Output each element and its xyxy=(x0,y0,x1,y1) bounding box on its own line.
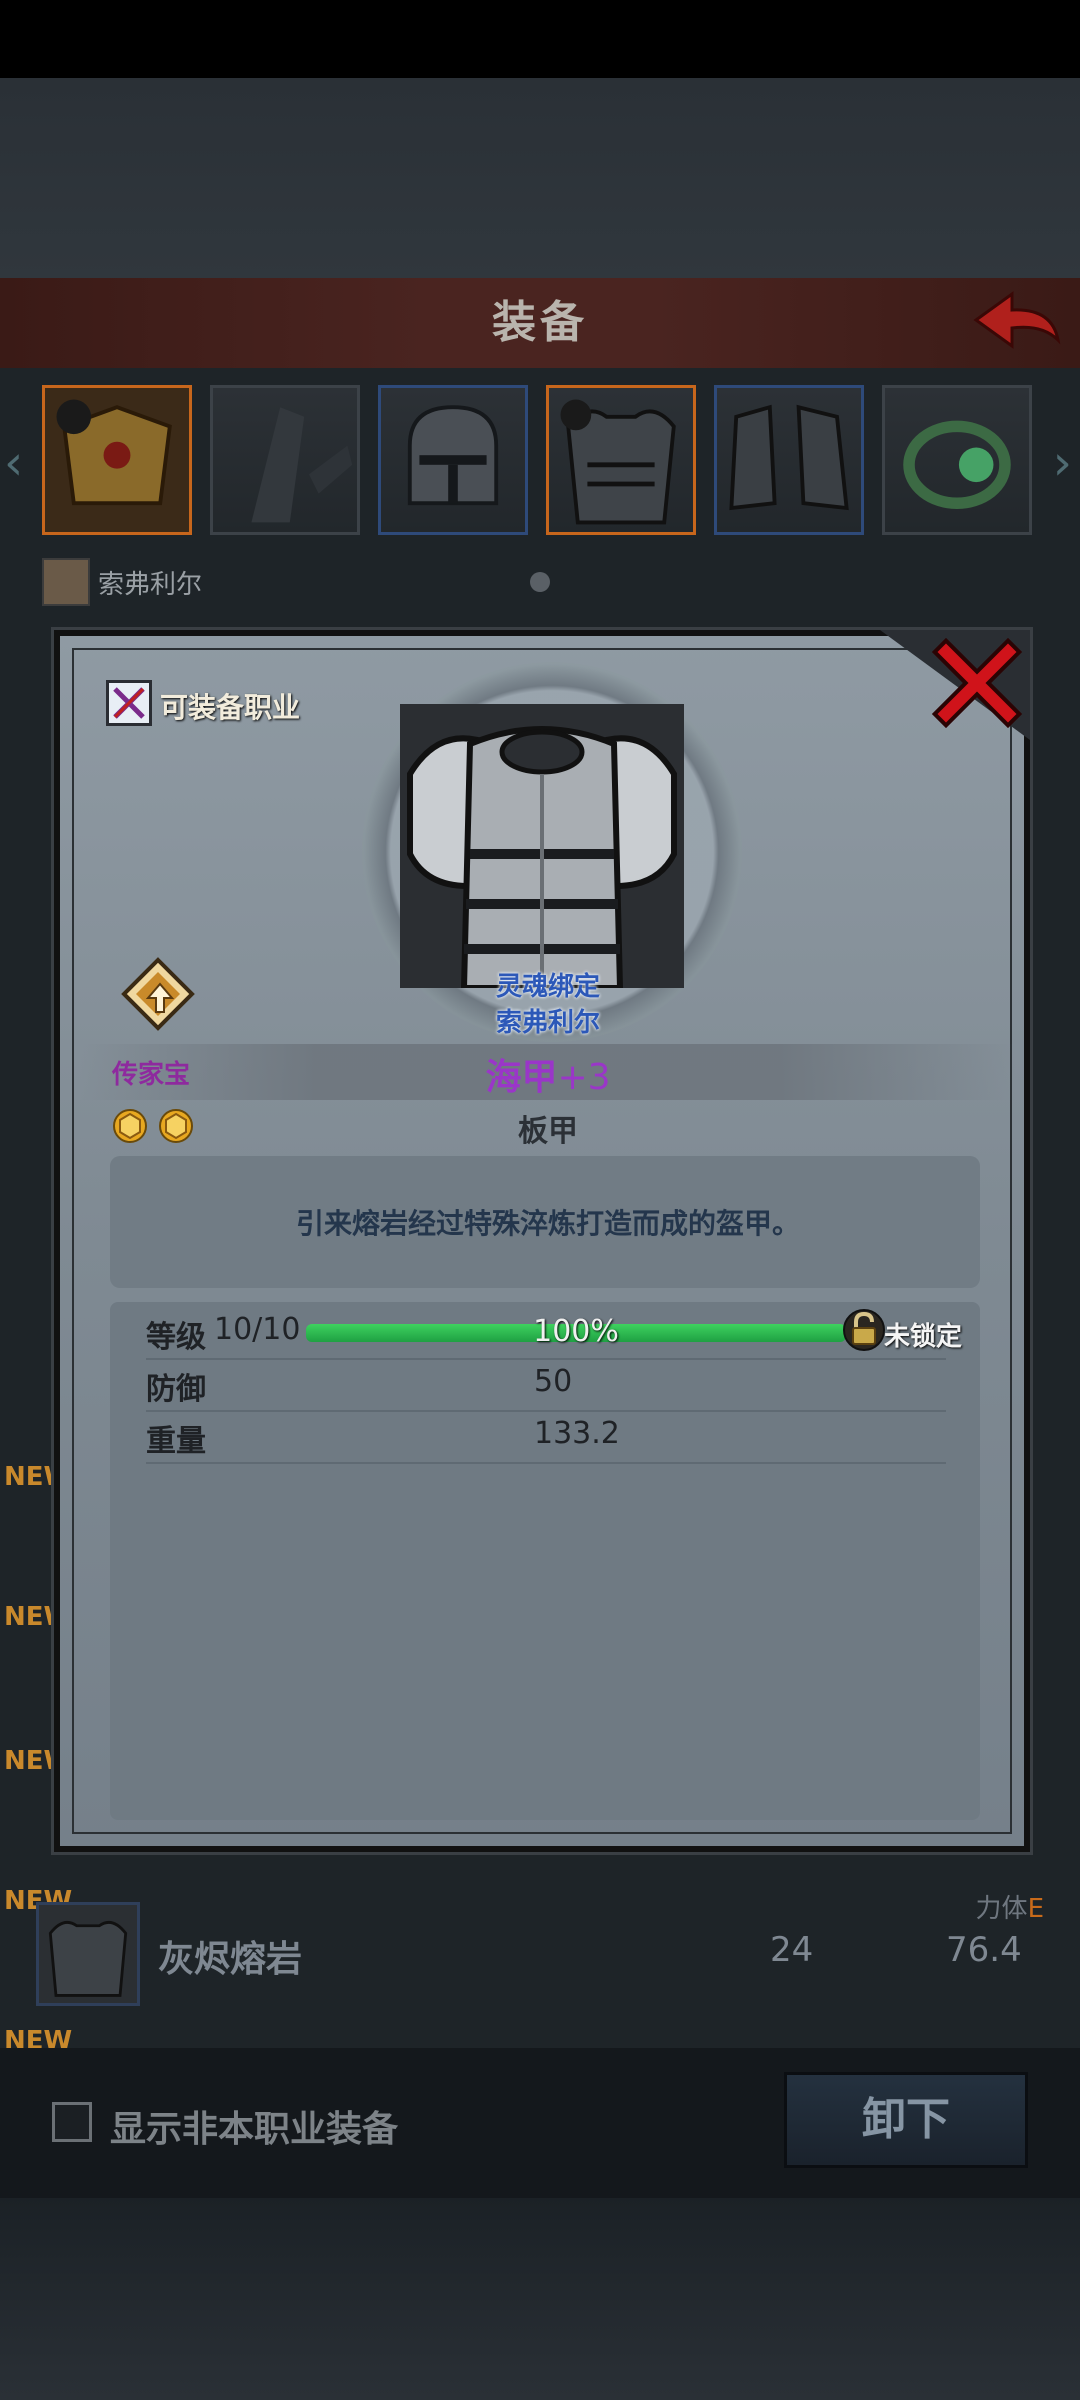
class-icon[interactable] xyxy=(106,680,152,726)
list-item[interactable]: NEW 力体E 灰烬熔岩 24 76.4 xyxy=(0,1880,1080,2020)
armor-thumbnail-icon xyxy=(48,1920,128,1997)
plate-armor-icon xyxy=(400,704,684,991)
lock-status: 未锁定 xyxy=(884,1322,963,1352)
heirloom-icon[interactable] xyxy=(120,956,196,1032)
defense-row: 防御 50 xyxy=(146,1358,946,1412)
level-value: 10/10 xyxy=(214,1312,301,1347)
slot-boots[interactable] xyxy=(714,385,864,535)
lock-toggle[interactable] xyxy=(842,1308,886,1352)
soulbound-owner: 索弗利尔 xyxy=(495,1008,600,1038)
checkbox-label: 显示非本职业装备 xyxy=(110,2109,399,2150)
weight-label: 重量 xyxy=(146,1424,206,1459)
crossed-weapons-icon xyxy=(113,687,145,719)
upgrade-badge-icon xyxy=(121,957,195,1031)
item-enhance-level: +3 xyxy=(557,1057,611,1098)
slot-helmet[interactable] xyxy=(378,385,528,535)
weapon-silhouette-icon xyxy=(251,407,353,523)
item-name-text: 海甲 xyxy=(485,1057,558,1098)
boots-icon xyxy=(729,404,849,511)
shoulder-armor-icon xyxy=(45,388,189,532)
show-other-class-checkbox[interactable] xyxy=(52,2102,92,2142)
hero-avatar[interactable] xyxy=(42,558,90,606)
unequip-button[interactable]: 卸下 xyxy=(784,2072,1028,2168)
level-progress-text: 100% xyxy=(533,1314,619,1349)
soulbound-label: 灵魂绑定 xyxy=(495,972,600,1002)
level-label: 等级 xyxy=(146,1320,206,1355)
list-item-image xyxy=(36,1902,140,2006)
item-description: 引来熔岩经过特殊淬炼打造而成的盔甲。 xyxy=(295,1207,800,1240)
page-title: 装备 xyxy=(492,297,588,348)
helmet-icon xyxy=(407,405,499,506)
slot-ring[interactable] xyxy=(882,385,1032,535)
close-button[interactable] xyxy=(928,637,1024,729)
list-item-stat-2: 76.4 xyxy=(946,1930,1022,1970)
close-icon xyxy=(931,637,1023,729)
list-item-name: 灰烬熔岩 xyxy=(158,1939,303,1980)
item-name: 海甲+3 xyxy=(60,1048,1036,1100)
back-button[interactable] xyxy=(972,290,1062,356)
slots-prev-icon[interactable]: ‹ xyxy=(4,435,23,491)
slot-weapon[interactable] xyxy=(210,385,360,535)
level-row: 等级 10/10 100% 未锁定 xyxy=(146,1306,962,1360)
defense-value: 50 xyxy=(534,1364,573,1399)
padlock-icon xyxy=(843,1309,885,1351)
ring-icon xyxy=(903,420,1011,509)
list-item-stat-1: 24 xyxy=(770,1930,814,1970)
page-indicator-dot xyxy=(530,572,550,592)
chest-armor-icon xyxy=(560,399,676,525)
slots-next-icon[interactable]: › xyxy=(1053,435,1072,491)
item-image xyxy=(400,704,684,991)
background-bottom xyxy=(0,2198,1080,2400)
equipment-slots xyxy=(42,385,1042,545)
item-type: 板甲 xyxy=(518,1114,578,1149)
slot-shoulder[interactable] xyxy=(42,385,192,535)
header-bar: 装备 xyxy=(0,278,1080,371)
defense-label: 防御 xyxy=(146,1372,206,1407)
background-top xyxy=(0,78,1080,278)
equippable-class-label: 可装备职业 xyxy=(160,691,301,724)
stat-header: 力体E xyxy=(975,1894,1044,1924)
weight-value: 133.2 xyxy=(534,1416,620,1451)
weight-row: 重量 133.2 xyxy=(146,1410,946,1464)
item-detail-modal: 可装备职业 灵魂绑定 索弗利尔 传家宝 海甲+3 板甲 引来熔岩经过特殊淬炼打造… xyxy=(54,630,1030,1852)
back-arrow-icon xyxy=(973,291,1061,349)
hero-name: 索弗利尔 xyxy=(98,570,203,600)
slot-armor-selected[interactable] xyxy=(546,385,696,535)
status-bar xyxy=(0,0,1080,78)
